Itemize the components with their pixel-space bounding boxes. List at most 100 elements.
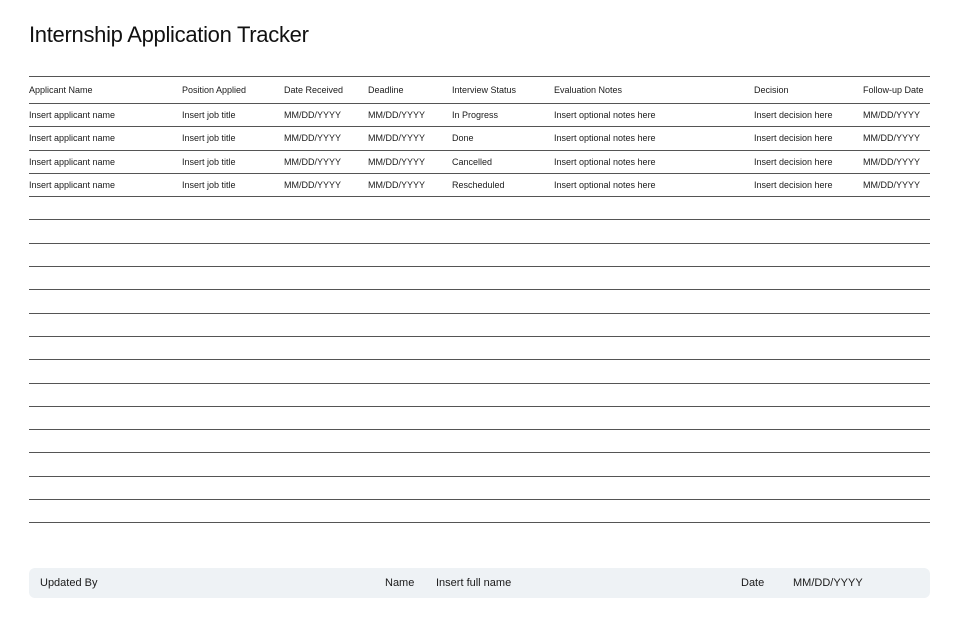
empty-cell-interview-status[interactable] bbox=[452, 289, 554, 314]
empty-cell-follow-up-date[interactable] bbox=[863, 452, 930, 477]
cell-follow-up-date[interactable]: MM/DD/YYYY bbox=[863, 103, 930, 128]
empty-cell-interview-status[interactable] bbox=[452, 266, 554, 291]
empty-cell-deadline[interactable] bbox=[368, 336, 452, 361]
empty-cell-date-received[interactable] bbox=[284, 499, 368, 524]
empty-cell-applicant-name[interactable] bbox=[29, 289, 182, 314]
empty-cell-applicant-name[interactable] bbox=[29, 499, 182, 524]
empty-cell-interview-status[interactable] bbox=[452, 336, 554, 361]
cell-date-received[interactable]: MM/DD/YYYY bbox=[284, 103, 368, 128]
empty-cell-deadline[interactable] bbox=[368, 406, 452, 431]
empty-cell-follow-up-date[interactable] bbox=[863, 406, 930, 431]
empty-cell-follow-up-date[interactable] bbox=[863, 196, 930, 221]
empty-cell-applicant-name[interactable] bbox=[29, 313, 182, 337]
cell-follow-up-date[interactable]: MM/DD/YYYY bbox=[863, 173, 930, 198]
cell-applicant-name[interactable]: Insert applicant name bbox=[29, 103, 182, 128]
empty-cell-deadline[interactable] bbox=[368, 476, 452, 501]
empty-cell-interview-status[interactable] bbox=[452, 359, 554, 384]
cell-evaluation-notes[interactable]: Insert optional notes here bbox=[554, 173, 754, 198]
cell-position-applied[interactable]: Insert job title bbox=[182, 150, 284, 174]
cell-follow-up-date[interactable]: MM/DD/YYYY bbox=[863, 126, 930, 151]
empty-cell-follow-up-date[interactable] bbox=[863, 336, 930, 361]
empty-cell-evaluation-notes[interactable] bbox=[554, 243, 754, 268]
empty-cell-deadline[interactable] bbox=[368, 289, 452, 314]
empty-cell-follow-up-date[interactable] bbox=[863, 499, 930, 524]
empty-cell-decision[interactable] bbox=[754, 243, 863, 268]
cell-deadline[interactable]: MM/DD/YYYY bbox=[368, 173, 452, 198]
empty-cell-follow-up-date[interactable] bbox=[863, 476, 930, 501]
cell-evaluation-notes[interactable]: Insert optional notes here bbox=[554, 150, 754, 174]
empty-cell-decision[interactable] bbox=[754, 452, 863, 477]
cell-follow-up-date[interactable]: MM/DD/YYYY bbox=[863, 150, 930, 174]
cell-interview-status[interactable]: Done bbox=[452, 126, 554, 151]
empty-cell-position-applied[interactable] bbox=[182, 266, 284, 291]
empty-cell-follow-up-date[interactable] bbox=[863, 289, 930, 314]
empty-cell-follow-up-date[interactable] bbox=[863, 383, 930, 407]
cell-deadline[interactable]: MM/DD/YYYY bbox=[368, 150, 452, 174]
empty-cell-applicant-name[interactable] bbox=[29, 406, 182, 431]
empty-cell-date-received[interactable] bbox=[284, 383, 368, 407]
empty-cell-follow-up-date[interactable] bbox=[863, 359, 930, 384]
empty-cell-date-received[interactable] bbox=[284, 336, 368, 361]
empty-cell-date-received[interactable] bbox=[284, 359, 368, 384]
empty-table-row[interactable] bbox=[29, 336, 930, 361]
empty-cell-position-applied[interactable] bbox=[182, 336, 284, 361]
empty-cell-interview-status[interactable] bbox=[452, 313, 554, 337]
empty-cell-deadline[interactable] bbox=[368, 266, 452, 291]
empty-table-row[interactable] bbox=[29, 429, 930, 454]
cell-date-received[interactable]: MM/DD/YYYY bbox=[284, 173, 368, 198]
cell-applicant-name[interactable]: Insert applicant name bbox=[29, 150, 182, 174]
empty-cell-date-received[interactable] bbox=[284, 219, 368, 244]
empty-cell-applicant-name[interactable] bbox=[29, 429, 182, 454]
empty-cell-evaluation-notes[interactable] bbox=[554, 313, 754, 337]
cell-applicant-name[interactable]: Insert applicant name bbox=[29, 173, 182, 198]
empty-cell-position-applied[interactable] bbox=[182, 219, 284, 244]
empty-cell-evaluation-notes[interactable] bbox=[554, 266, 754, 291]
empty-cell-date-received[interactable] bbox=[284, 313, 368, 337]
empty-cell-applicant-name[interactable] bbox=[29, 476, 182, 501]
empty-cell-applicant-name[interactable] bbox=[29, 243, 182, 268]
name-field[interactable]: Insert full name bbox=[436, 568, 511, 598]
cell-interview-status[interactable]: Cancelled bbox=[452, 150, 554, 174]
empty-cell-date-received[interactable] bbox=[284, 289, 368, 314]
empty-cell-evaluation-notes[interactable] bbox=[554, 406, 754, 431]
empty-cell-interview-status[interactable] bbox=[452, 406, 554, 431]
cell-applicant-name[interactable]: Insert applicant name bbox=[29, 126, 182, 151]
cell-deadline[interactable]: MM/DD/YYYY bbox=[368, 126, 452, 151]
empty-cell-position-applied[interactable] bbox=[182, 499, 284, 524]
empty-cell-position-applied[interactable] bbox=[182, 429, 284, 454]
cell-interview-status[interactable]: Rescheduled bbox=[452, 173, 554, 198]
empty-cell-position-applied[interactable] bbox=[182, 359, 284, 384]
empty-cell-decision[interactable] bbox=[754, 476, 863, 501]
empty-cell-interview-status[interactable] bbox=[452, 243, 554, 268]
empty-cell-evaluation-notes[interactable] bbox=[554, 383, 754, 407]
empty-table-row[interactable] bbox=[29, 289, 930, 314]
cell-date-received[interactable]: MM/DD/YYYY bbox=[284, 150, 368, 174]
empty-cell-position-applied[interactable] bbox=[182, 196, 284, 221]
empty-cell-decision[interactable] bbox=[754, 219, 863, 244]
date-field[interactable]: MM/DD/YYYY bbox=[793, 568, 863, 598]
empty-cell-evaluation-notes[interactable] bbox=[554, 499, 754, 524]
empty-cell-deadline[interactable] bbox=[368, 429, 452, 454]
empty-cell-evaluation-notes[interactable] bbox=[554, 359, 754, 384]
empty-cell-position-applied[interactable] bbox=[182, 243, 284, 268]
cell-decision[interactable]: Insert decision here bbox=[754, 150, 863, 174]
empty-cell-evaluation-notes[interactable] bbox=[554, 336, 754, 361]
cell-decision[interactable]: Insert decision here bbox=[754, 173, 863, 198]
empty-cell-deadline[interactable] bbox=[368, 499, 452, 524]
empty-cell-position-applied[interactable] bbox=[182, 452, 284, 477]
cell-evaluation-notes[interactable]: Insert optional notes here bbox=[554, 103, 754, 128]
empty-table-row[interactable] bbox=[29, 452, 930, 477]
empty-cell-decision[interactable] bbox=[754, 429, 863, 454]
empty-cell-applicant-name[interactable] bbox=[29, 383, 182, 407]
empty-cell-deadline[interactable] bbox=[368, 452, 452, 477]
empty-cell-evaluation-notes[interactable] bbox=[554, 289, 754, 314]
empty-cell-decision[interactable] bbox=[754, 289, 863, 314]
empty-cell-follow-up-date[interactable] bbox=[863, 429, 930, 454]
empty-cell-evaluation-notes[interactable] bbox=[554, 429, 754, 454]
cell-position-applied[interactable]: Insert job title bbox=[182, 103, 284, 128]
empty-cell-interview-status[interactable] bbox=[452, 383, 554, 407]
empty-cell-position-applied[interactable] bbox=[182, 476, 284, 501]
empty-cell-position-applied[interactable] bbox=[182, 313, 284, 337]
empty-table-row[interactable] bbox=[29, 499, 930, 524]
empty-cell-decision[interactable] bbox=[754, 359, 863, 384]
